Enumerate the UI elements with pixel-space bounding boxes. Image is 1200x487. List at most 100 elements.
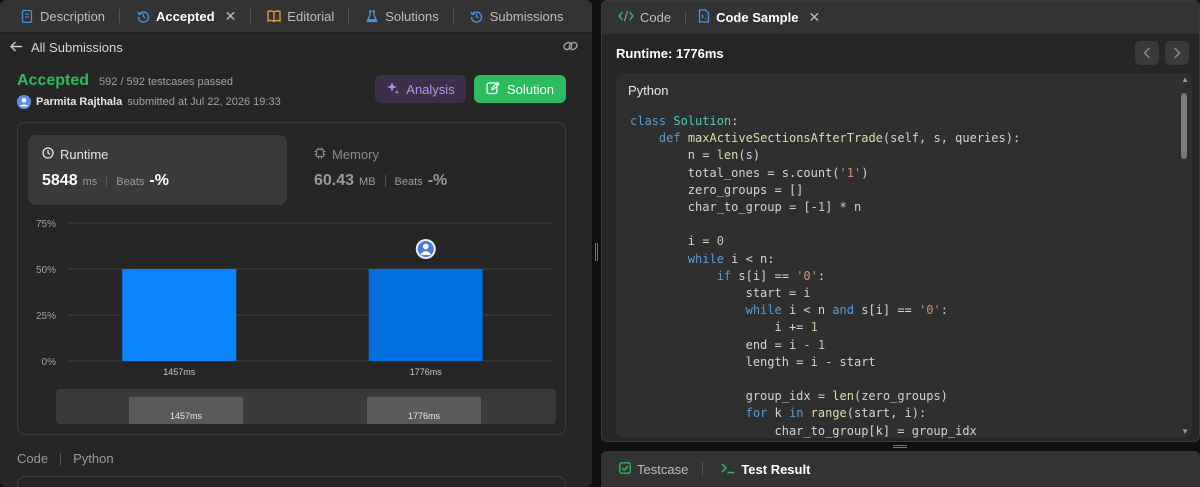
- runtime-card[interactable]: Runtime 5848 ms Beats -%: [28, 135, 287, 205]
- chip-icon: [314, 147, 326, 162]
- left-tab-bar: Description Accepted ✕ Editorial Solutio…: [0, 0, 592, 33]
- vertical-resize-handle[interactable]: [893, 445, 907, 448]
- document-icon: [20, 9, 34, 23]
- author-name[interactable]: Parmita Rajthala: [36, 96, 122, 108]
- sample-nav: [1135, 41, 1189, 65]
- history-icon: [470, 9, 484, 23]
- clock-icon: [42, 147, 54, 162]
- analysis-button[interactable]: Analysis: [375, 75, 466, 103]
- tab-submissions[interactable]: Submissions: [462, 0, 572, 33]
- file-icon: [698, 9, 710, 26]
- tab-code-sample[interactable]: Code Sample ✕: [692, 9, 826, 26]
- sample-runtime: Runtime: 1776ms: [616, 46, 724, 61]
- memory-unit: MB: [359, 176, 376, 188]
- submission-panel: Description Accepted ✕ Editorial Solutio…: [0, 0, 592, 487]
- code-label: Code: [17, 451, 49, 466]
- panel-resize-handle[interactable]: [595, 243, 598, 261]
- avatar[interactable]: [17, 95, 31, 109]
- all-submissions-label: All Submissions: [31, 39, 123, 55]
- close-icon[interactable]: ✕: [225, 8, 237, 25]
- y-tick-label: 75%: [36, 219, 56, 230]
- close-icon[interactable]: ✕: [808, 9, 820, 26]
- chart-bar: [368, 269, 483, 361]
- minimap-label: 1457ms: [169, 411, 203, 421]
- tab-editorial[interactable]: Editorial: [259, 0, 357, 33]
- tab-description[interactable]: Description: [12, 0, 128, 33]
- code-language-bar: Code Python: [17, 451, 114, 466]
- all-submissions-link[interactable]: All Submissions: [10, 40, 123, 55]
- terminal-icon: [721, 462, 735, 477]
- previous-sample-button[interactable]: [1135, 41, 1159, 65]
- code-sample-box[interactable]: Python class Solution: def maxActiveSect…: [616, 73, 1192, 438]
- tab-testcase-label: Testcase: [637, 461, 689, 477]
- author-row: Parmita Rajthala submitted at Jul 22, 20…: [17, 95, 281, 109]
- user-marker-icon: [415, 239, 436, 259]
- flask-icon: [365, 9, 379, 23]
- chevron-left-icon: [1143, 47, 1151, 59]
- tab-divider: [452, 9, 454, 23]
- code-language: Python: [73, 451, 114, 466]
- tab-divider: [348, 9, 350, 23]
- runtime-distribution-chart: 0% 25% 50% 75% 1457ms 1776ms: [36, 219, 553, 377]
- tab-solutions[interactable]: Solutions: [357, 0, 461, 33]
- tab-accepted-label: Accepted: [156, 8, 215, 24]
- submitted-at: submitted at Jul 22, 2026 19:33: [127, 96, 281, 108]
- code-sample-content[interactable]: class Solution: def maxActiveSectionsAft…: [630, 113, 1020, 438]
- memory-beats-label: Beats: [394, 176, 423, 188]
- submitted-code-box: [17, 476, 566, 487]
- test-panel-tabs: Testcase Test Result: [601, 451, 1200, 487]
- minimap-bar: 1776ms: [367, 397, 481, 424]
- x-tick-label: 1457ms: [163, 367, 196, 377]
- tab-test-result[interactable]: Test Result: [715, 462, 816, 477]
- x-tick-label: 1776ms: [410, 367, 443, 377]
- submission-status-row: Accepted 592 / 592 testcases passed: [17, 72, 233, 90]
- tab-code-label: Code: [640, 10, 672, 25]
- scroll-up-icon[interactable]: ▲: [1181, 75, 1189, 84]
- memory-card[interactable]: Memory 60.43 MB Beats -%: [300, 135, 559, 205]
- y-tick-label: 50%: [36, 265, 56, 276]
- minimap-bar: 1457ms: [129, 397, 243, 424]
- y-tick-label: 0%: [42, 357, 57, 368]
- memory-title: Memory: [332, 147, 379, 162]
- chevron-right-icon: [1173, 47, 1181, 59]
- status-accepted: Accepted: [17, 72, 90, 89]
- testcases-passed: 592 / 592 testcases passed: [99, 76, 233, 88]
- submission-subbar: All Submissions: [0, 33, 592, 61]
- runtime-title: Runtime: [60, 147, 109, 162]
- code-sample-language: Python: [628, 83, 669, 98]
- runtime-beats-label: Beats: [116, 176, 145, 188]
- user-marker-head: [422, 243, 429, 250]
- scroll-down-icon[interactable]: ▼: [1181, 427, 1189, 436]
- tab-divider: [250, 9, 252, 23]
- solution-label: Solution: [507, 81, 554, 97]
- tab-testcase[interactable]: Testcase: [613, 462, 709, 477]
- chart-minimap[interactable]: 1457ms 1776ms: [56, 389, 556, 424]
- tab-submissions-label: Submissions: [489, 8, 564, 24]
- link-icon[interactable]: [563, 40, 578, 55]
- runtime-value: 5848: [42, 172, 78, 189]
- memory-value: 60.43: [314, 172, 355, 189]
- tab-code-sample-label: Code Sample: [716, 10, 799, 25]
- book-icon: [267, 9, 281, 23]
- divider: [60, 452, 62, 465]
- analysis-label: Analysis: [406, 81, 455, 97]
- code-sample-panel: Code Code Sample ✕ Runtime: 1776ms Pytho…: [601, 0, 1200, 442]
- tab-solutions-label: Solutions: [385, 8, 439, 24]
- next-sample-button[interactable]: [1165, 41, 1189, 65]
- solution-button[interactable]: Solution: [474, 75, 566, 103]
- code-scrollbar[interactable]: [1181, 93, 1187, 159]
- tab-divider: [119, 9, 121, 23]
- edit-icon: [486, 81, 500, 98]
- tab-code[interactable]: Code: [612, 10, 692, 25]
- divider: [106, 175, 108, 187]
- runtime-beats-value: -%: [149, 172, 169, 189]
- memory-beats-value: -%: [427, 172, 448, 189]
- performance-stats: Runtime 5848 ms Beats -% Memory 60.43 MB…: [17, 122, 566, 435]
- tab-accepted[interactable]: Accepted ✕: [128, 0, 259, 33]
- history-icon: [136, 9, 150, 23]
- minimap-label: 1776ms: [407, 411, 441, 421]
- runtime-unit: ms: [82, 176, 98, 188]
- code-icon: [618, 10, 634, 25]
- sparkle-icon: [386, 81, 400, 98]
- tab-editorial-label: Editorial: [287, 8, 335, 24]
